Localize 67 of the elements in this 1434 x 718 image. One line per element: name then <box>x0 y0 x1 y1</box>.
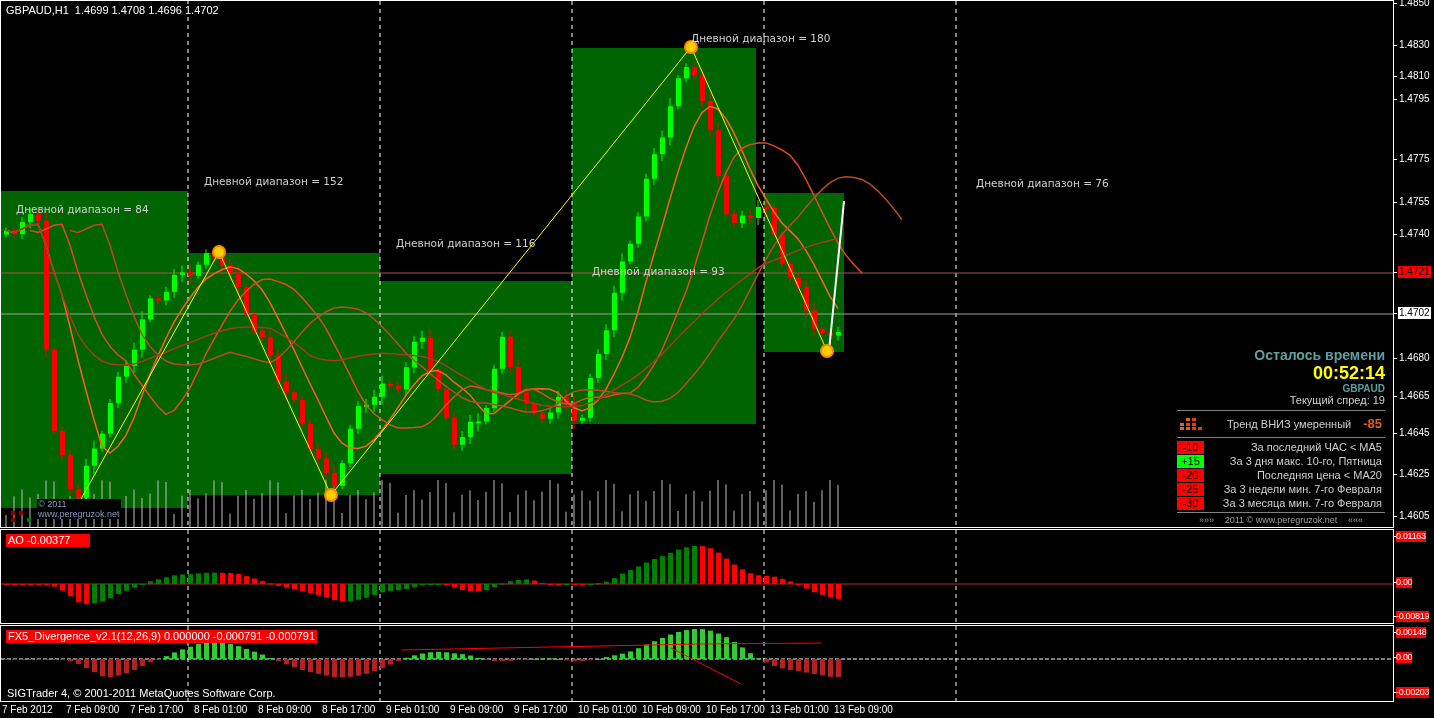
axis-label: 0.00 <box>1396 652 1413 664</box>
timer-title: Осталось времени <box>1254 347 1385 364</box>
price-label: 1.4740 <box>1398 228 1431 240</box>
indicator-label: FX5_Divergence_v2.1(12,26,9) 0.000000 -0.000791 -0.000791 <box>6 630 317 644</box>
time-label: 7 Feb 17:00 <box>130 703 184 717</box>
range-label: Дневной диапазон = 116 <box>396 237 536 249</box>
pivot-marker <box>820 344 834 358</box>
footer-text: 2011 © www.peregruzok.net <box>1224 514 1338 526</box>
factor-text: За 3 месяца мин. 7-го Февраля <box>1222 496 1382 510</box>
range-label: Дневной диапазон = 152 <box>204 175 344 187</box>
score-badge: -25 <box>1177 482 1204 496</box>
factor-text: Последняя цена < MA20 <box>1256 468 1382 482</box>
time-label: 10 Feb 17:00 <box>706 703 765 717</box>
price-label: 1.4665 <box>1398 390 1431 402</box>
score-badge: +15 <box>1177 454 1204 468</box>
factor-text: За 3 дня макс. 10-го, Пятница <box>1229 454 1382 468</box>
score-badge: -20 <box>1177 468 1204 482</box>
price-label: 1.4645 <box>1398 427 1431 439</box>
indicator-label: AO -0.00377 <box>6 534 91 547</box>
factor-text: За 3 недели мин. 7-го Февраля <box>1223 482 1382 496</box>
price-label: 1.4605 <box>1398 510 1431 522</box>
symbol-label: GBPAUD <box>1342 383 1385 394</box>
time-label: 10 Feb 09:00 <box>642 703 701 717</box>
score-badge: -30 <box>1177 496 1204 510</box>
factor-text: За последний ЧАС < MA5 <box>1250 440 1382 454</box>
price-label: 1.4721 <box>1398 266 1431 278</box>
price-label: 1.4702 <box>1398 307 1431 319</box>
chart-header: GBPAUD,H1 1.4699 1.4708 1.4696 1.4702 <box>6 4 219 17</box>
copyright-text: SIGTrader 4, © 2001-2011 MetaQuotes Software Corp. <box>7 687 276 701</box>
time-label: 13 Feb 01:00 <box>770 703 829 717</box>
pivot-marker <box>212 245 226 259</box>
spread-label: Текущий спред: 19 <box>1289 394 1385 407</box>
price-label: 1.4755 <box>1398 196 1431 208</box>
range-label: Дневной диапазон = 76 <box>976 177 1109 189</box>
copyright-note: www.peregruzok.net <box>38 509 120 519</box>
price-label: 1.4830 <box>1398 39 1431 51</box>
time-label: 9 Feb 17:00 <box>514 703 568 717</box>
price-label: 1.4795 <box>1398 93 1431 105</box>
price-label: 1.4680 <box>1398 352 1431 364</box>
price-label: 1.4775 <box>1398 153 1431 165</box>
time-label: 7 Feb 09:00 <box>66 703 120 717</box>
time-label: 7 Feb 2012 <box>2 703 53 717</box>
time-label: 8 Feb 01:00 <box>194 703 248 717</box>
time-label: 8 Feb 09:00 <box>258 703 312 717</box>
axis-label: -0.00819 <box>1396 611 1430 622</box>
time-label: 9 Feb 09:00 <box>450 703 504 717</box>
trend-label: Тренд ВНИЗ умеренный <box>1226 416 1352 432</box>
price-label: 1.4625 <box>1398 468 1431 480</box>
time-label: 8 Feb 17:00 <box>322 703 376 717</box>
countdown-timer: 00:52:14 <box>1312 364 1385 383</box>
price-label: 1.4810 <box>1398 70 1431 82</box>
range-label: Дневной диапазон = 84 <box>16 203 149 215</box>
range-label: Дневной диапазон = 180 <box>691 32 831 44</box>
axis-label: -0.00203 <box>1396 687 1430 699</box>
trend-score: -85 <box>1363 415 1382 433</box>
footer-text: »»» <box>1199 514 1215 526</box>
pivot-marker <box>324 488 338 502</box>
score-badge: -10 <box>1177 440 1204 454</box>
signal-bars-icon <box>1178 417 1202 430</box>
time-label: 13 Feb 09:00 <box>834 703 893 717</box>
trend-squares-icon <box>11 511 31 522</box>
axis-label: 0.01163 <box>1396 531 1426 542</box>
footer-text: ««« <box>1347 514 1363 526</box>
time-label: 9 Feb 01:00 <box>386 703 440 717</box>
copyright-note: © 2011 <box>38 499 68 509</box>
time-label: 10 Feb 01:00 <box>578 703 637 717</box>
axis-label: 0.00 <box>1396 577 1413 588</box>
